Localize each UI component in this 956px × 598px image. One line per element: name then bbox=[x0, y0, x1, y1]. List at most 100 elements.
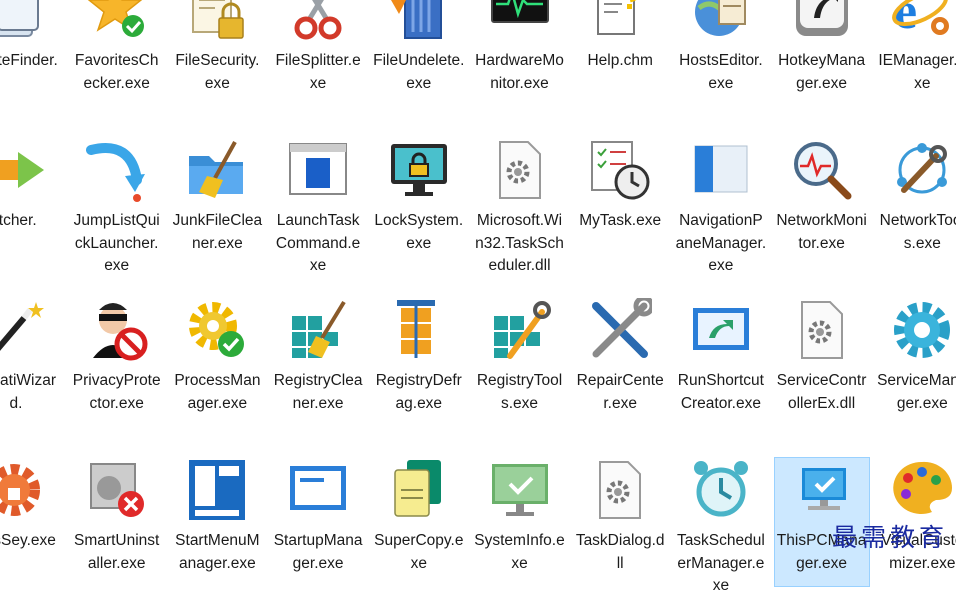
pulse-monitor-icon bbox=[488, 0, 552, 42]
file-item-label: MyTask.exe bbox=[579, 212, 662, 229]
file-item[interactable]: JunkFileCleaner.exe bbox=[169, 137, 265, 267]
file-item-label: SmartUninstaller.exe bbox=[74, 532, 160, 572]
file-item-label: StartMenuManager.exe bbox=[175, 532, 260, 572]
scissors-icon bbox=[286, 0, 350, 42]
globe-notepad-icon bbox=[689, 0, 753, 42]
file-item[interactable]: PrivacyProtector.exe bbox=[69, 297, 165, 427]
file-item-label: licateFinder. bbox=[0, 52, 58, 69]
curved-arrow-icon bbox=[85, 138, 149, 202]
file-item-label: RunShortcutCreator.exe bbox=[677, 372, 764, 412]
file-item-label: FileSplitter.exe bbox=[275, 52, 361, 92]
keyboard-key-icon bbox=[790, 0, 854, 42]
file-item[interactable]: Help.chm bbox=[572, 0, 668, 107]
copy-docs-icon bbox=[387, 458, 451, 522]
wrench-screwdriver-icon bbox=[588, 298, 653, 362]
file-item-label: RegistryTools.exe bbox=[476, 372, 563, 412]
file-item[interactable]: JumpListQuickLauncher.exe bbox=[69, 137, 165, 274]
file-item[interactable]: FileSecurity.exe bbox=[169, 0, 265, 107]
file-item[interactable]: HardwareMonitor.exe bbox=[472, 0, 568, 107]
startup-window-icon bbox=[286, 458, 350, 522]
file-item[interactable]: RegistryCleaner.exe bbox=[270, 297, 366, 427]
file-item-label: RegistryDefrag.exe bbox=[375, 372, 462, 412]
file-item-label: JunkFileCleaner.exe bbox=[172, 212, 263, 252]
file-item[interactable]: FileSplitter.exe bbox=[270, 0, 366, 107]
gear-check-icon bbox=[185, 298, 249, 362]
file-item-label: TaskDialog.dll bbox=[575, 532, 665, 572]
file-item[interactable]: Microsoft.Win32.TaskScheduler.dll bbox=[472, 137, 568, 274]
star-check-icon bbox=[85, 0, 149, 42]
file-item[interactable]: NetworkMonitor.exe bbox=[774, 137, 870, 267]
file-item[interactable]: FileUndelete.exe bbox=[371, 0, 467, 107]
nav-pane-icon bbox=[689, 138, 753, 202]
magnifier-pulse-icon bbox=[790, 138, 854, 202]
gear-lock-icon bbox=[0, 458, 48, 522]
window-panel-icon bbox=[286, 138, 350, 202]
file-item[interactable]: LaunchTaskCommand.exe bbox=[270, 137, 366, 274]
file-item-label: mizatiWizard. bbox=[0, 372, 57, 412]
dll-gear-icon bbox=[790, 298, 854, 362]
file-item[interactable]: ServiceManager.exe bbox=[874, 297, 956, 427]
checklist-clock-icon bbox=[588, 138, 652, 202]
file-item[interactable]: e IEManager.exe bbox=[874, 0, 956, 107]
file-item[interactable]: RegistryDefrag.exe bbox=[371, 297, 467, 427]
file-item[interactable]: HotkeyManager.exe bbox=[774, 0, 870, 107]
file-item[interactable]: ServiceControllerEx.dll bbox=[774, 297, 870, 427]
file-item-label: ProcessManager.exe bbox=[174, 372, 261, 412]
spy-block-icon bbox=[85, 298, 149, 362]
svg-text:e: e bbox=[894, 0, 917, 40]
file-item-label: LaunchTaskCommand.exe bbox=[275, 212, 361, 274]
undo-arrow-icon bbox=[387, 0, 451, 42]
switch-arrow-icon bbox=[0, 138, 48, 202]
file-item[interactable]: HostsEditor.exe bbox=[673, 0, 769, 107]
file-item-label: Microsoft.Win32.TaskScheduler.dll bbox=[475, 212, 564, 274]
network-wrench-icon bbox=[890, 138, 954, 202]
file-item[interactable]: itcher. bbox=[0, 137, 64, 267]
file-item[interactable]: RegistryTools.exe bbox=[472, 297, 568, 427]
file-item[interactable]: FavoritesChecker.exe bbox=[69, 0, 165, 107]
file-item-label: JumpListQuickLauncher.exe bbox=[73, 212, 160, 274]
file-item[interactable]: licateFinder. bbox=[0, 0, 64, 107]
monitor-check-icon bbox=[488, 458, 552, 522]
magic-wand-icon bbox=[0, 298, 48, 362]
file-item-label: NavigationPaneManager.exe bbox=[675, 212, 767, 274]
file-item-label: FileUndelete.exe bbox=[373, 52, 465, 92]
dll-gear-icon bbox=[588, 458, 652, 522]
file-item-label: TaskSchedulerManager.exe bbox=[676, 532, 765, 594]
file-item-label: ngsSey.exe bbox=[0, 532, 56, 549]
registry-broom-icon bbox=[286, 298, 350, 362]
file-item-label: NetworkMonitor.exe bbox=[776, 212, 867, 252]
file-lock-icon bbox=[185, 0, 249, 42]
file-item[interactable]: NetworkTools.exe bbox=[874, 137, 956, 267]
file-item[interactable]: LockSystem.exe bbox=[371, 137, 467, 267]
file-item-label: FavoritesChecker.exe bbox=[74, 52, 159, 92]
file-item[interactable]: mizatiWizard. bbox=[0, 297, 64, 427]
monitor-lock-icon bbox=[387, 138, 451, 202]
file-item-label: RepairCenter.exe bbox=[576, 372, 664, 412]
pc-check-icon bbox=[790, 458, 854, 522]
file-item-label: HotkeyManager.exe bbox=[778, 52, 866, 92]
file-item-label: SuperCopy.exe bbox=[374, 532, 464, 572]
file-item-label: PrivacyProtector.exe bbox=[72, 372, 161, 412]
file-item[interactable]: NavigationPaneManager.exe bbox=[673, 137, 769, 274]
watermark-text: 最需教育 bbox=[831, 523, 948, 552]
file-item-label: ServiceControllerEx.dll bbox=[776, 372, 867, 412]
shortcut-window-icon bbox=[689, 298, 753, 362]
file-item-label: FileSecurity.exe bbox=[175, 52, 260, 92]
uninstall-box-icon bbox=[85, 458, 149, 522]
file-item[interactable]: RunShortcutCreator.exe bbox=[673, 297, 769, 427]
file-item-label: ServiceManager.exe bbox=[877, 372, 956, 412]
file-item-label: StartupManager.exe bbox=[273, 532, 363, 572]
file-icon-grid: licateFinder. FavoritesChecker.exe FileSec… bbox=[0, 0, 956, 594]
file-item-label: HostsEditor.exe bbox=[679, 52, 763, 92]
file-item[interactable]: MyTask.exe bbox=[572, 137, 668, 267]
file-item-label: SystemInfo.exe bbox=[474, 532, 565, 572]
duplicate-finder-icon bbox=[0, 0, 48, 42]
file-item-label: NetworkTools.exe bbox=[879, 212, 956, 252]
file-item-label: HardwareMonitor.exe bbox=[475, 52, 564, 92]
internet-explorer-icon: e bbox=[890, 0, 954, 42]
registry-clamp-icon bbox=[387, 298, 451, 362]
big-gear-icon bbox=[890, 298, 954, 362]
file-item[interactable]: RepairCenter.exe bbox=[572, 297, 668, 427]
file-item[interactable]: ProcessManager.exe bbox=[169, 297, 265, 427]
folder-broom-icon bbox=[185, 138, 249, 202]
